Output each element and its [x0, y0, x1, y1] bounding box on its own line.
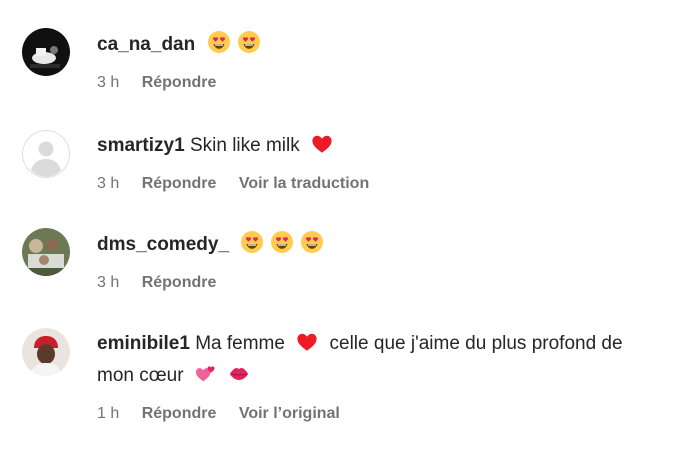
reply-button[interactable]: Répondre: [142, 175, 217, 192]
comment-username[interactable]: smartizy1: [97, 135, 185, 156]
red-heart-emoji-icon: [311, 133, 333, 164]
comment-meta: 3 h Répondre: [97, 73, 677, 93]
comment-line: eminibile1 Ma femme celle que j'aime du …: [97, 330, 677, 394]
comment-text: celle que j'aime du plus profond de: [329, 333, 623, 354]
comment-text: mon cœur: [97, 365, 184, 386]
comment-time[interactable]: 3 h: [97, 74, 119, 91]
avatar[interactable]: [22, 28, 70, 76]
comment-line: smartizy1 Skin like milk: [97, 132, 677, 164]
heart-eyes-emoji-icon: [237, 30, 261, 63]
comment-username[interactable]: ca_na_dan: [97, 34, 195, 55]
reply-button[interactable]: Répondre: [142, 405, 217, 422]
heart-eyes-emoji-icon: [300, 230, 324, 263]
kiss-mark-emoji-icon: [228, 363, 250, 394]
comment-time[interactable]: 1 h: [97, 405, 119, 422]
comment-time[interactable]: 3 h: [97, 274, 119, 291]
heart-eyes-emoji-icon: [240, 230, 264, 263]
default-avatar[interactable]: [22, 130, 70, 178]
comment-meta: 3 h Répondre: [97, 273, 677, 293]
see-translation-button[interactable]: Voir la traduction: [239, 175, 369, 192]
reply-button[interactable]: Répondre: [142, 74, 217, 91]
avatar[interactable]: [22, 328, 70, 376]
comments-list: ca_na_dan 3 h Répondre smartizy1 Skin li…: [0, 0, 700, 450]
reply-button[interactable]: Répondre: [142, 274, 217, 291]
comment-line: ca_na_dan: [97, 30, 677, 63]
comment-time[interactable]: 3 h: [97, 175, 119, 192]
comment-text: Skin like milk: [189, 135, 300, 156]
comment-text: Ma femme: [195, 333, 285, 354]
comment-meta: 1 h Répondre Voir l’original: [97, 404, 677, 424]
two-hearts-emoji-icon: [195, 363, 217, 394]
see-original-button[interactable]: Voir l’original: [239, 405, 340, 422]
heart-eyes-emoji-icon: [270, 230, 294, 263]
heart-eyes-emoji-icon: [207, 30, 231, 63]
avatar[interactable]: [22, 228, 70, 276]
comment-line: dms_comedy_: [97, 230, 677, 263]
comment-username[interactable]: dms_comedy_: [97, 234, 229, 255]
comment-meta: 3 h Répondre Voir la traduction: [97, 174, 677, 194]
red-heart-emoji-icon: [296, 331, 318, 362]
comment-username[interactable]: eminibile1: [97, 333, 190, 354]
